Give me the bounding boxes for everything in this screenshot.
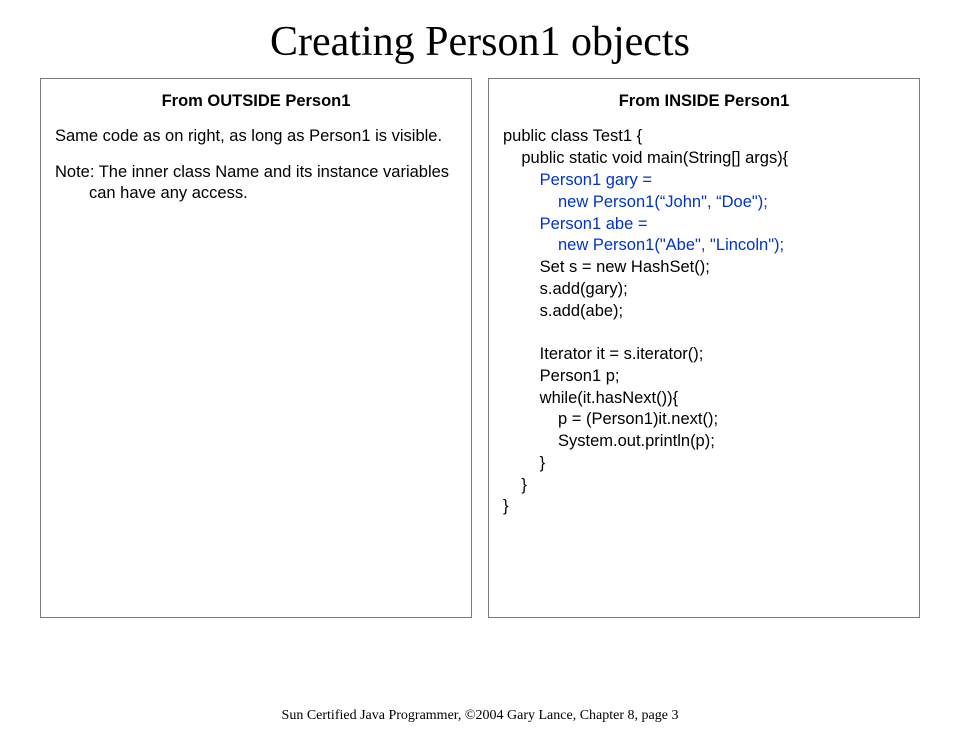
code-line: Set s = new HashSet(); (503, 258, 710, 276)
code-line: Iterator it = s.iterator(); (503, 345, 703, 363)
left-heading: From OUTSIDE Person1 (55, 91, 457, 112)
code-line: s.add(abe); (503, 302, 623, 320)
code-line-highlight: new Person1(“John", “Doe"); (503, 193, 768, 211)
right-panel: From INSIDE Person1 public class Test1 {… (488, 78, 920, 618)
left-panel: From OUTSIDE Person1 Same code as on rig… (40, 78, 472, 618)
code-line: } (503, 476, 527, 494)
left-paragraph-2: Note: The inner class Name and its insta… (55, 162, 457, 205)
code-line: Person1 p; (503, 367, 619, 385)
right-heading: From INSIDE Person1 (503, 91, 905, 112)
left-paragraph-1: Same code as on right, as long as Person… (55, 126, 457, 147)
code-line-highlight: Person1 abe = (503, 215, 647, 233)
slide: Creating Person1 objects From OUTSIDE Pe… (0, 18, 960, 738)
columns: From OUTSIDE Person1 Same code as on rig… (0, 78, 960, 618)
code-line-highlight: new Person1("Abe", "Lincoln"); (503, 236, 784, 254)
code-block: public class Test1 { public static void … (503, 126, 905, 518)
code-line: s.add(gary); (503, 280, 628, 298)
slide-footer: Sun Certified Java Programmer, ©2004 Gar… (0, 708, 960, 724)
code-line: } (503, 497, 509, 515)
code-line: public static void main(String[] args){ (503, 149, 788, 167)
code-line: while(it.hasNext()){ (503, 389, 678, 407)
code-line: } (503, 454, 545, 472)
code-line: public class Test1 { (503, 127, 642, 145)
code-line: System.out.println(p); (503, 432, 715, 450)
slide-title: Creating Person1 objects (0, 18, 960, 66)
code-line: p = (Person1)it.next(); (503, 410, 718, 428)
code-line-highlight: Person1 gary = (503, 171, 652, 189)
